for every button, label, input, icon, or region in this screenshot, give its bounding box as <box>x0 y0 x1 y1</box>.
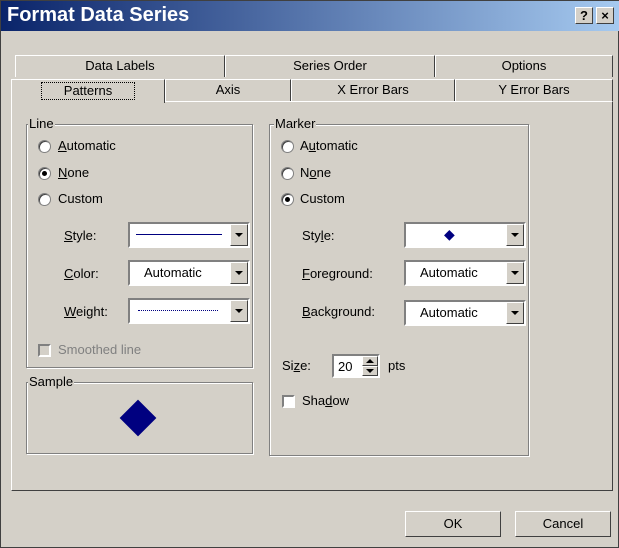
chevron-down-icon[interactable] <box>230 262 248 284</box>
dialog-title: Format Data Series <box>7 4 190 26</box>
spin-down-button[interactable] <box>362 366 378 376</box>
shadow-label[interactable]: Shadow <box>302 393 349 408</box>
foreground-combo[interactable]: Automatic <box>404 260 526 286</box>
help-button[interactable]: ? <box>575 7 593 24</box>
shadow-checkbox[interactable] <box>282 395 295 408</box>
tab-options[interactable]: Options <box>435 55 613 77</box>
title-bar: Format Data Series ? × <box>1 1 619 31</box>
size-label: Size: <box>282 358 311 373</box>
foreground-label: Foreground: <box>302 266 373 281</box>
line-style-combo[interactable] <box>128 222 250 248</box>
marker-style-label: Style: <box>302 228 335 243</box>
chevron-down-icon[interactable] <box>230 300 248 322</box>
size-unit: pts <box>388 358 406 373</box>
line-weight-preview <box>138 310 218 311</box>
smoothed-line-checkbox[interactable] <box>38 344 51 357</box>
tab-x-error-bars[interactable]: X Error Bars <box>291 79 455 101</box>
line-style-label: Style: <box>64 228 97 243</box>
chevron-down-icon[interactable] <box>506 262 524 284</box>
line-custom-label[interactable]: Custom <box>58 191 103 206</box>
marker-none-radio[interactable] <box>281 167 294 180</box>
line-automatic-label[interactable]: Automatic <box>58 138 116 153</box>
tab-axis[interactable]: Axis <box>165 79 291 101</box>
cancel-button[interactable]: Cancel <box>515 511 611 537</box>
ok-button[interactable]: OK <box>405 511 501 537</box>
chevron-down-icon[interactable] <box>506 224 524 246</box>
line-none-label[interactable]: None <box>58 165 89 180</box>
marker-custom-label[interactable]: Custom <box>300 191 345 206</box>
marker-style-symbol: ◆ <box>444 226 455 242</box>
line-style-preview <box>136 234 222 235</box>
tab-data-labels[interactable]: Data Labels <box>15 55 225 77</box>
sample-group-label: Sample <box>28 374 75 389</box>
line-weight-label: Weight: <box>64 304 108 319</box>
tab-series-order[interactable]: Series Order <box>225 55 435 77</box>
line-color-combo[interactable]: Automatic <box>128 260 250 286</box>
chevron-down-icon[interactable] <box>506 302 524 324</box>
line-weight-combo[interactable] <box>128 298 250 324</box>
chevron-down-icon[interactable] <box>230 224 248 246</box>
background-label: Background: <box>302 304 375 319</box>
line-color-label: Color: <box>64 266 99 281</box>
marker-none-label[interactable]: None <box>300 165 331 180</box>
foreground-value: Automatic <box>420 265 478 280</box>
marker-automatic-label[interactable]: Automatic <box>300 138 358 153</box>
close-button[interactable]: × <box>596 7 614 24</box>
tab-patterns[interactable]: Patterns <box>11 79 165 103</box>
marker-automatic-radio[interactable] <box>281 140 294 153</box>
line-automatic-radio[interactable] <box>38 140 51 153</box>
line-group-label: Line <box>28 116 55 131</box>
marker-custom-radio[interactable] <box>281 193 294 206</box>
line-none-radio[interactable] <box>38 167 51 180</box>
chevron-down-icon <box>366 369 374 373</box>
chevron-up-icon <box>366 359 374 363</box>
marker-group-label: Marker <box>274 116 317 131</box>
background-combo[interactable]: Automatic <box>404 300 526 326</box>
size-value: 20 <box>338 359 353 374</box>
marker-style-combo[interactable]: ◆ <box>404 222 526 248</box>
line-color-value: Automatic <box>144 265 202 280</box>
patterns-panel: Line Automatic None Custom Style: Color:… <box>11 101 613 491</box>
tab-y-error-bars[interactable]: Y Error Bars <box>455 79 613 101</box>
size-spinner[interactable]: 20 <box>332 354 380 378</box>
tab-patterns-label: Patterns <box>40 82 136 100</box>
smoothed-line-label: Smoothed line <box>58 342 142 357</box>
background-value: Automatic <box>420 305 478 320</box>
spin-up-button[interactable] <box>362 356 378 366</box>
format-data-series-dialog: Format Data Series ? × Data Labels Serie… <box>0 0 619 548</box>
line-custom-radio[interactable] <box>38 193 51 206</box>
